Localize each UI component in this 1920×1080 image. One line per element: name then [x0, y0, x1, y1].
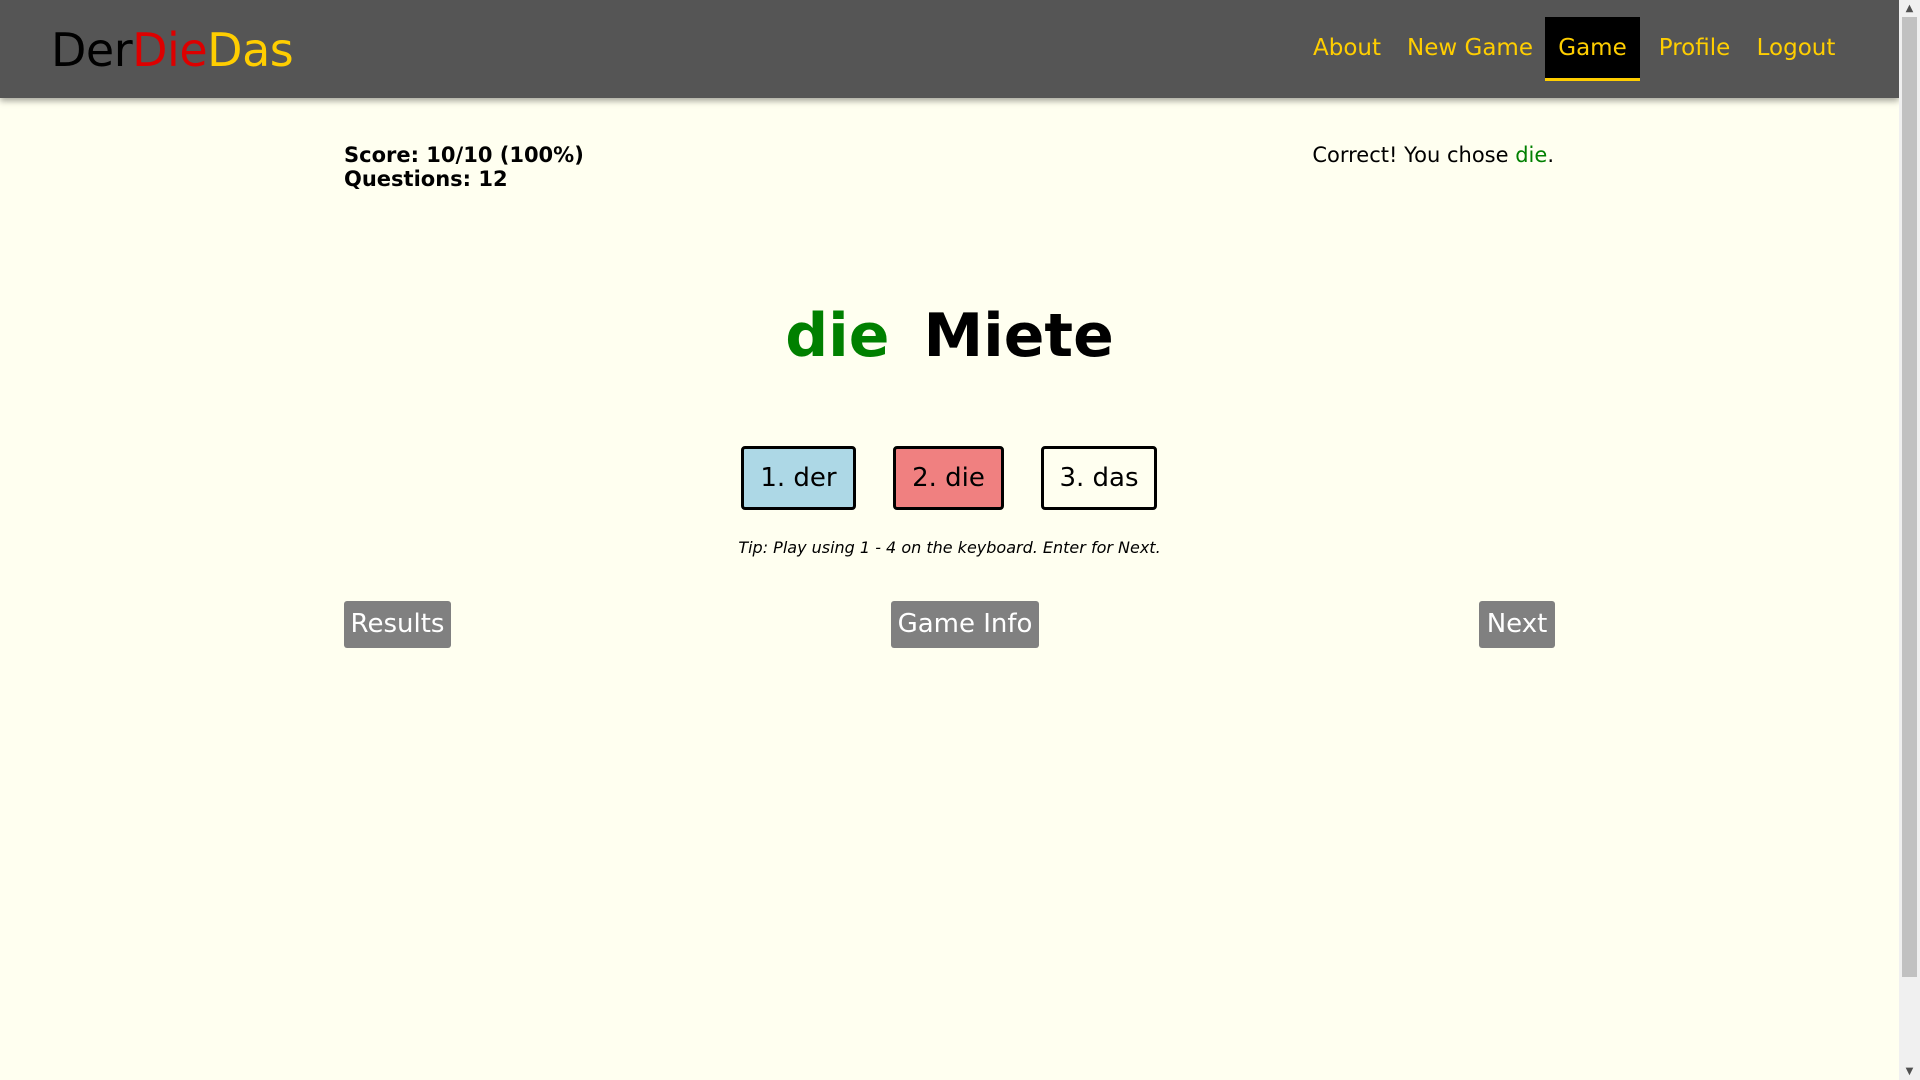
score-panel: Score: 10/10 (100%) Questions: 12 — [344, 143, 584, 191]
feedback-choice: die — [1515, 143, 1548, 167]
choice-die-button[interactable]: 2. die — [893, 446, 1004, 510]
logo-das: Das — [207, 23, 294, 77]
game-area: Score: 10/10 (100%) Questions: 12 Correc… — [0, 98, 1899, 1080]
results-button[interactable]: Results — [344, 601, 451, 648]
nav-new-game[interactable]: New Game — [1405, 17, 1535, 79]
choice-das-button[interactable]: 3. das — [1041, 446, 1157, 510]
scrollbar-thumb[interactable] — [1902, 17, 1917, 977]
next-button[interactable]: Next — [1479, 601, 1555, 648]
logo-der: Der — [51, 23, 133, 77]
questions-text: Questions: 12 — [344, 167, 508, 191]
quiz-word: die Miete — [0, 298, 1899, 374]
nav-about[interactable]: About — [1307, 17, 1387, 79]
score-text: Score: 10/10 (100%) — [344, 143, 584, 167]
feedback-message: Correct! You chose die. — [1312, 143, 1554, 167]
top-navbar: DerDieDas About New Game Game Profile Lo… — [0, 0, 1899, 98]
scroll-up-arrow-icon[interactable]: ▲ — [1899, 0, 1920, 17]
nav-logout[interactable]: Logout — [1753, 17, 1839, 79]
nav-profile[interactable]: Profile — [1652, 17, 1737, 79]
feedback-suffix: . — [1547, 143, 1554, 167]
game-info-button[interactable]: Game Info — [891, 601, 1039, 648]
nav-game[interactable]: Game — [1545, 17, 1640, 81]
choice-der-button[interactable]: 1. der — [741, 446, 856, 510]
word-article: die — [785, 301, 890, 371]
word-noun: Miete — [923, 301, 1114, 371]
feedback-prefix: Correct! You chose — [1312, 143, 1516, 167]
logo-die: Die — [132, 23, 208, 77]
scroll-down-arrow-icon[interactable]: ▼ — [1899, 1063, 1920, 1080]
logo[interactable]: DerDieDas — [51, 22, 294, 78]
vertical-scrollbar[interactable]: ▲ ▼ — [1899, 0, 1920, 1080]
keyboard-tip: Tip: Play using 1 - 4 on the keyboard. E… — [738, 538, 1161, 557]
